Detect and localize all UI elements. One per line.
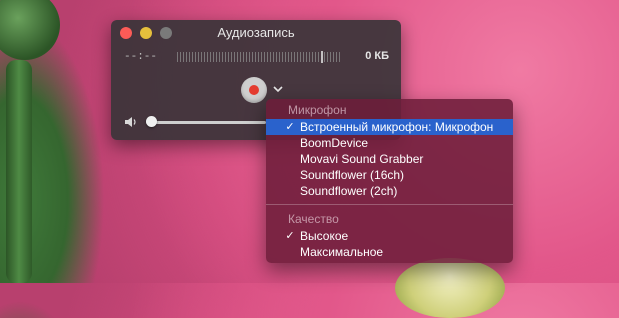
record-button[interactable]	[241, 77, 267, 103]
volume-slider-track[interactable]	[146, 121, 266, 124]
menu-item-label: Максимальное	[300, 245, 384, 259]
menu-item-label: Высокое	[300, 229, 349, 243]
volume-slider-knob[interactable]	[146, 116, 157, 127]
check-icon: ✓	[285, 121, 295, 133]
check-icon: ✓	[285, 230, 295, 242]
menu-item-label: Movavi Sound Grabber	[300, 152, 424, 166]
menu-item-boomdevice[interactable]: BoomDevice	[266, 135, 513, 151]
background-flower-center	[395, 258, 505, 318]
menu-item-label: Soundflower (2ch)	[300, 184, 398, 198]
level-meter-marker	[321, 51, 323, 63]
menu-item-label: Встроенный микрофон: Микрофон	[300, 120, 494, 134]
chevron-down-icon[interactable]	[273, 82, 283, 96]
menu-item-label: Soundflower (16ch)	[300, 168, 405, 182]
recording-options-menu: Микрофон ✓ Встроенный микрофон: Микрофон…	[266, 99, 513, 263]
menu-separator	[266, 204, 513, 205]
record-icon	[249, 85, 259, 95]
quality-section-header: Качество	[288, 212, 339, 226]
menu-item-quality-high[interactable]: ✓ Высокое	[266, 228, 513, 244]
window-title: Аудиозапись	[217, 25, 295, 40]
level-meter	[177, 51, 341, 63]
background-plant-bud	[0, 0, 60, 60]
microphone-section-header: Микрофон	[288, 103, 347, 117]
elapsed-time: --:--	[124, 51, 158, 63]
file-size: 0 КБ	[365, 50, 389, 62]
menu-item-soundflower-16ch[interactable]: Soundflower (16ch)	[266, 167, 513, 183]
menu-item-soundflower-2ch[interactable]: Soundflower (2ch)	[266, 183, 513, 199]
menu-item-label: BoomDevice	[300, 136, 369, 150]
menu-item-movavi-sound-grabber[interactable]: Movavi Sound Grabber	[266, 151, 513, 167]
menu-item-builtin-microphone[interactable]: ✓ Встроенный микрофон: Микрофон	[266, 119, 513, 135]
menu-item-quality-maximum[interactable]: Максимальное	[266, 244, 513, 260]
background-plant-stem	[6, 60, 32, 283]
speaker-icon	[124, 116, 138, 131]
